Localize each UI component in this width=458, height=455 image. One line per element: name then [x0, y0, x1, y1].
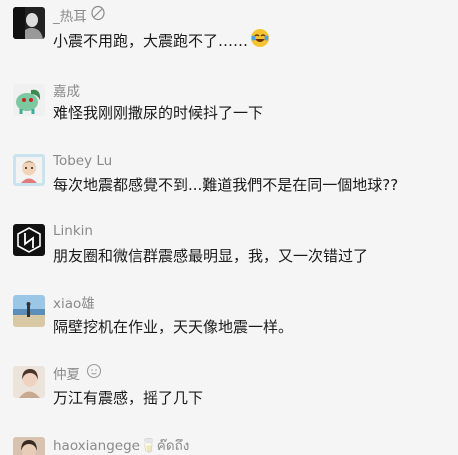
person-photo-icon[interactable] [13, 437, 45, 455]
green-creature-icon[interactable] [13, 84, 45, 116]
comment-author[interactable]: _热耳 [53, 5, 106, 25]
comment-body: 隔壁挖机在作业，天天像地震一样。 [53, 317, 294, 336]
laughing-tears-emoji [250, 28, 270, 52]
comment-body: 难怪我刚刚撒尿的时候抖了一下 [53, 103, 264, 122]
comment-author[interactable]: 仲夏 [53, 363, 102, 383]
author-name[interactable]: 嘉成 [53, 80, 80, 100]
comment-body: 朋友圈和微信群震感最明显，我，又一次错过了 [53, 246, 369, 265]
comment-author[interactable]: 嘉成 [53, 80, 80, 100]
author-name[interactable]: Tobey Lu [53, 153, 112, 169]
comment-author[interactable]: xiao雄 [53, 292, 95, 312]
author-name[interactable]: haoxiangege🥛ค๊ดถึง [53, 434, 189, 455]
comment-author[interactable]: Linkin [53, 221, 93, 241]
comment-author[interactable]: haoxiangege🥛ค๊ดถึง [53, 435, 189, 455]
comment-text: 隔壁挖机在作业，天天像地震一样。 [53, 315, 293, 337]
beach-photo-icon[interactable] [13, 295, 45, 327]
girl-photo-icon[interactable] [13, 366, 45, 398]
author-name[interactable]: xiao雄 [53, 292, 95, 312]
comment-text: 小震不用跑，大震跑不了…… [53, 29, 270, 51]
author-name[interactable]: Linkin [53, 223, 93, 239]
linkin-park-logo-icon[interactable] [13, 224, 45, 256]
comment-text: 万江有震感，摇了几下 [53, 386, 203, 408]
comment-text: 朋友圈和微信群震感最明显，我，又一次错过了 [53, 244, 368, 266]
comment-body: 每次地震都感覺不到...難道我們不是在同一個地球?? [53, 175, 399, 194]
comment-author[interactable]: Tobey Lu [53, 151, 112, 171]
dark-portrait-icon[interactable] [13, 7, 45, 39]
cartoon-portrait-icon[interactable] [13, 154, 45, 186]
comment-feed: _热耳 小震不用跑，大震跑不了…… 嘉成 难怪我刚刚撒尿的时候抖了一下 Tobe… [0, 0, 458, 455]
comment-text: 难怪我刚刚撒尿的时候抖了一下 [53, 101, 263, 123]
comment-body: 万江有震感，摇了几下 [53, 388, 204, 407]
comment-body: 小震不用跑，大震跑不了…… [53, 31, 249, 50]
comment-text: 每次地震都感覺不到...難道我們不是在同一個地球?? [53, 173, 398, 195]
smile-badge-icon [86, 363, 102, 383]
author-name[interactable]: _热耳 [53, 5, 87, 25]
author-name[interactable]: 仲夏 [53, 363, 80, 383]
leaf-icon [90, 5, 106, 25]
